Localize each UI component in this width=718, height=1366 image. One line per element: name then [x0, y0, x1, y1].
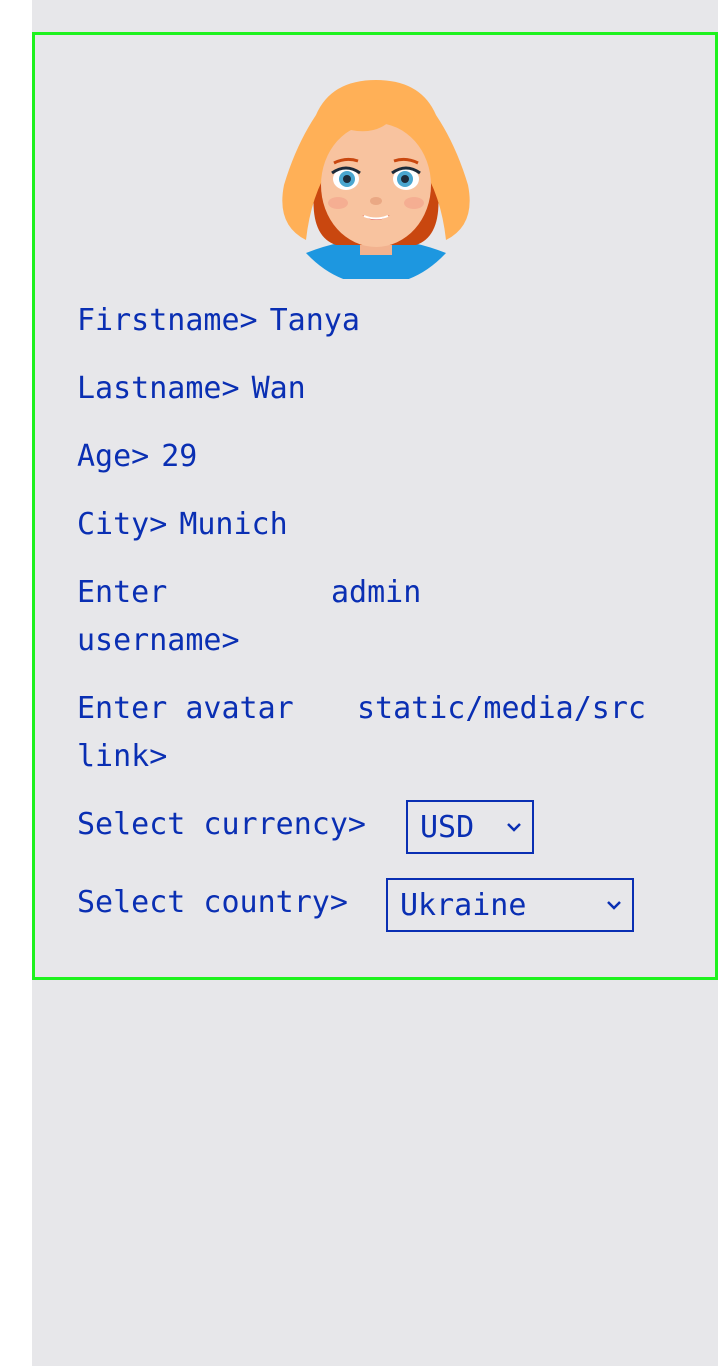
city-row: City> Munich: [77, 501, 288, 549]
avatar-link-value[interactable]: static/media/src: [357, 685, 646, 733]
currency-label: Select currency>: [77, 807, 366, 842]
chevron-down-icon: [507, 823, 521, 832]
currency-selected: USD: [420, 810, 475, 845]
firstname-row: Firstname> Tanya: [77, 297, 360, 345]
firstname-label: Firstname>: [77, 303, 258, 338]
currency-select[interactable]: USD: [406, 800, 534, 854]
chevron-down-icon: [607, 901, 621, 910]
age-value[interactable]: 29: [161, 433, 197, 481]
city-label: City>: [77, 507, 168, 542]
country-selected: Ukraine: [400, 888, 527, 923]
country-label: Select country>: [77, 885, 348, 920]
avatar-link-label: Enter avatar link>: [77, 691, 294, 774]
profile-card: Firstname> Tanya Lastname> Wan Age> 29 City…: [32, 32, 718, 980]
lastname-label: Lastname>: [77, 371, 240, 406]
firstname-value[interactable]: Tanya: [270, 297, 360, 345]
username-value[interactable]: admin: [331, 569, 421, 617]
lastname-value[interactable]: Wan: [252, 365, 306, 413]
avatar-girl-icon: [282, 80, 470, 279]
country-select[interactable]: Ukraine: [386, 878, 634, 932]
lastname-row: Lastname> Wan: [77, 365, 306, 413]
age-label: Age>: [77, 439, 150, 474]
city-value[interactable]: Munich: [179, 501, 287, 549]
username-label: Enter username>: [77, 575, 240, 658]
age-row: Age> 29: [77, 433, 197, 481]
